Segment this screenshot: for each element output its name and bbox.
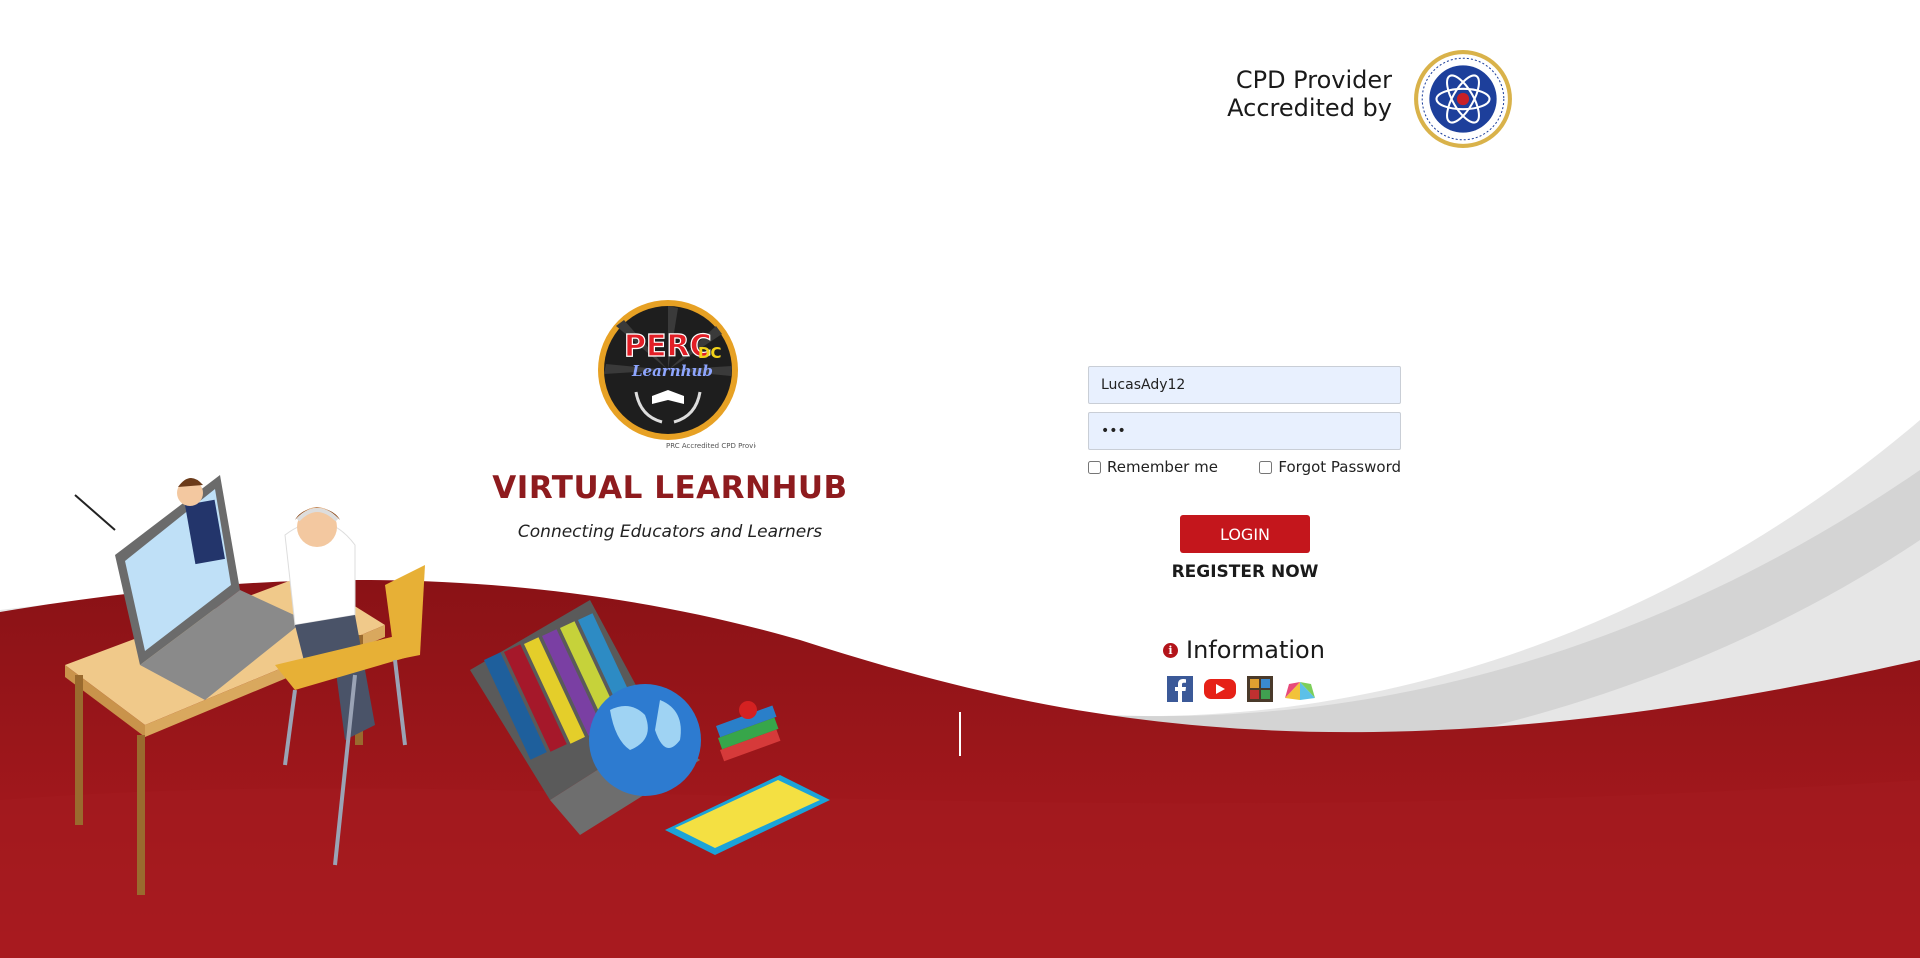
social-links: [1167, 676, 1317, 702]
logo-ring-text: PRC Accredited CPD Provider 2018-013: [666, 442, 756, 450]
cpd-line-2: Accredited by: [1227, 94, 1392, 122]
facebook-icon[interactable]: [1167, 676, 1193, 702]
login-button[interactable]: LOGIN: [1180, 515, 1310, 553]
brand-title: VIRTUAL LEARNHUB: [492, 470, 848, 506]
remember-me-option[interactable]: Remember me: [1088, 458, 1218, 476]
remember-me-label: Remember me: [1107, 458, 1218, 476]
books-globe-illustration: [470, 600, 830, 855]
online-class-illustration: [65, 475, 425, 895]
info-icon: i: [1163, 642, 1178, 658]
username-input[interactable]: [1088, 366, 1401, 404]
forgot-password-checkbox[interactable]: [1259, 460, 1273, 474]
learnhub-icon[interactable]: [1283, 676, 1317, 702]
portal-icon[interactable]: [1247, 676, 1273, 702]
wave-divider: [959, 712, 961, 756]
logo-script-text: Learnhub: [631, 362, 713, 380]
forgot-password-label: Forgot Password: [1278, 458, 1401, 476]
brand-tagline: Connecting Educators and Learners: [517, 522, 823, 542]
remember-me-checkbox[interactable]: [1088, 460, 1101, 474]
information-label: Information: [1186, 636, 1325, 664]
cpd-accreditation-text: CPD Provider Accredited by: [1180, 66, 1392, 122]
logo-dc-text: DC: [698, 344, 721, 362]
percdc-learnhub-logo: PERC DC Learnhub PRC Accredited CPD Prov…: [598, 300, 756, 450]
youtube-icon[interactable]: [1203, 676, 1237, 702]
login-form: Remember me Forgot Password: [1088, 366, 1401, 476]
login-options: Remember me Forgot Password: [1088, 458, 1401, 476]
information-heading: i Information: [1163, 636, 1363, 664]
prc-seal-icon: [1414, 50, 1512, 148]
forgot-password-option[interactable]: Forgot Password: [1259, 458, 1401, 476]
cpd-line-1: CPD Provider: [1235, 66, 1392, 94]
password-input[interactable]: [1088, 412, 1401, 450]
register-now-link[interactable]: REGISTER NOW: [1140, 562, 1350, 582]
